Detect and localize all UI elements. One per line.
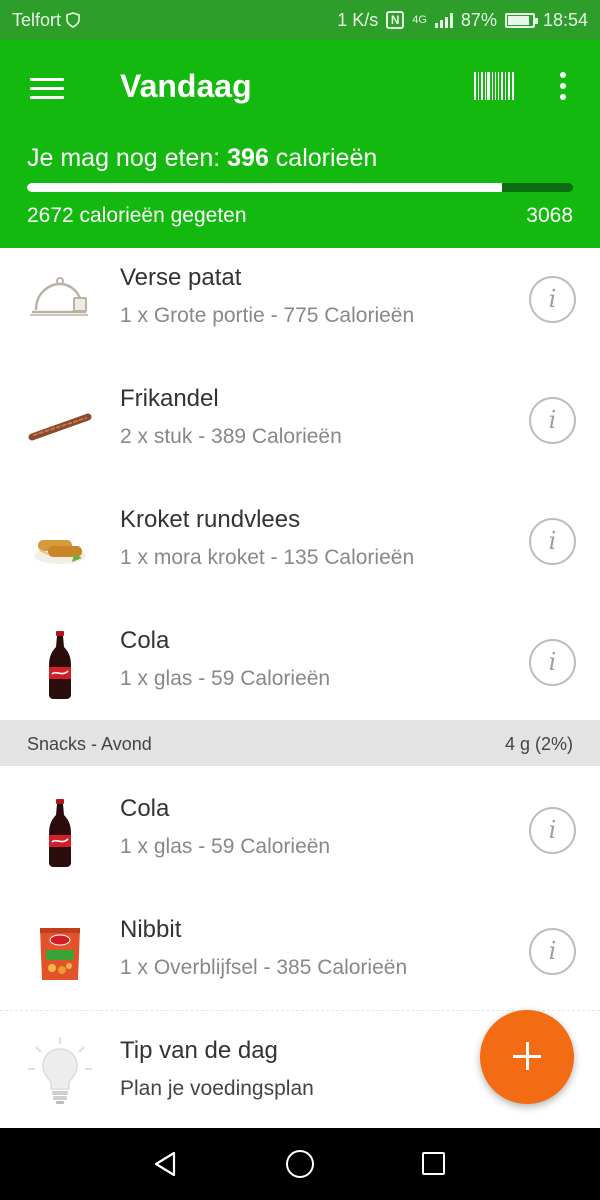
network-speed: 1 K/s — [337, 9, 379, 30]
remaining-calories: Je mag nog eten: 396 calorieën — [27, 144, 378, 172]
battery-icon — [504, 12, 538, 28]
barcode-icon[interactable] — [474, 72, 514, 100]
page-title: Vandaag — [120, 68, 252, 104]
info-icon[interactable]: i — [529, 518, 576, 565]
food-row[interactable]: Verse patat 1 x Grote portie - 775 Calor… — [0, 248, 600, 369]
tip-text: Plan je voedingsplan — [120, 1077, 314, 1100]
recent-apps-icon[interactable] — [422, 1152, 445, 1175]
food-name: Nibbit — [120, 916, 182, 943]
food-description: 1 x glas - 59 Calorieën — [120, 835, 331, 858]
more-vert-icon[interactable] — [556, 72, 570, 102]
network-type: 4G — [412, 14, 427, 26]
tip-title: Tip van de dag — [120, 1037, 278, 1064]
food-row[interactable]: Frikandel 2 x stuk - 389 Calorieën i — [0, 369, 600, 490]
cola-bottle-icon — [49, 631, 71, 699]
food-name: Cola — [120, 627, 170, 654]
food-description: 1 x Overblijfsel - 385 Calorieën — [120, 956, 408, 979]
food-tray-icon — [30, 277, 88, 316]
battery-percent: 87% — [460, 9, 497, 30]
food-row[interactable]: Cola 1 x glas - 59 Calorieën i — [0, 611, 600, 732]
back-icon[interactable] — [152, 1150, 178, 1178]
calorie-goal: 3068 — [526, 204, 573, 227]
info-icon[interactable]: i — [529, 276, 576, 323]
calories-eaten: 2672 calorieën gegeten — [27, 204, 247, 227]
kroket-icon — [34, 540, 86, 564]
meal-section-header[interactable]: Snacks - Avond 4 g (2%) — [0, 720, 600, 766]
food-description: 1 x glas - 59 Calorieën — [120, 667, 331, 690]
nibbit-bag-icon — [40, 928, 80, 980]
signal-icon — [434, 12, 453, 28]
clock: 18:54 — [542, 9, 588, 30]
status-bar: Telfort 1 K/s N 4G 87% 18:54 — [0, 0, 600, 40]
info-icon[interactable]: i — [529, 639, 576, 686]
frikandel-icon — [28, 413, 92, 441]
food-name: Kroket rundvlees — [120, 506, 301, 533]
food-description: 2 x stuk - 389 Calorieën — [120, 425, 342, 448]
add-food-button[interactable] — [480, 1010, 574, 1104]
calorie-progress-fill — [27, 183, 503, 192]
info-icon[interactable]: i — [529, 928, 576, 975]
food-name: Frikandel — [120, 385, 219, 412]
info-icon[interactable]: i — [529, 807, 576, 854]
cola-bottle-icon — [49, 799, 71, 867]
info-icon[interactable]: i — [529, 397, 576, 444]
system-nav-bar — [0, 1128, 600, 1200]
food-name: Cola — [120, 795, 170, 822]
menu-icon[interactable] — [30, 76, 64, 102]
home-icon[interactable] — [286, 1150, 314, 1178]
section-label: Snacks - Avond — [27, 734, 152, 754]
food-row[interactable]: Kroket rundvlees 1 x mora kroket - 135 C… — [0, 490, 600, 611]
carrier-name: Telfort — [12, 9, 62, 30]
nfc-icon: N — [386, 11, 405, 29]
food-description: 1 x mora kroket - 135 Calorieën — [120, 546, 415, 569]
shield-icon — [66, 12, 80, 28]
food-name: Verse patat — [120, 264, 242, 291]
food-row[interactable]: Cola 1 x glas - 59 Calorieën i — [0, 779, 600, 900]
food-description: 1 x Grote portie - 775 Calorieën — [120, 304, 415, 327]
calorie-progress-bar — [27, 183, 573, 192]
section-value: 4 g (2%) — [504, 734, 573, 754]
food-row[interactable]: Nibbit 1 x Overblijfsel - 385 Calorieën … — [0, 900, 600, 1021]
app-bar: Vandaag Je mag nog eten: 396 calorieën 2… — [0, 40, 600, 248]
remaining-calories-value: 396 — [227, 144, 269, 172]
lightbulb-icon — [28, 1037, 92, 1104]
